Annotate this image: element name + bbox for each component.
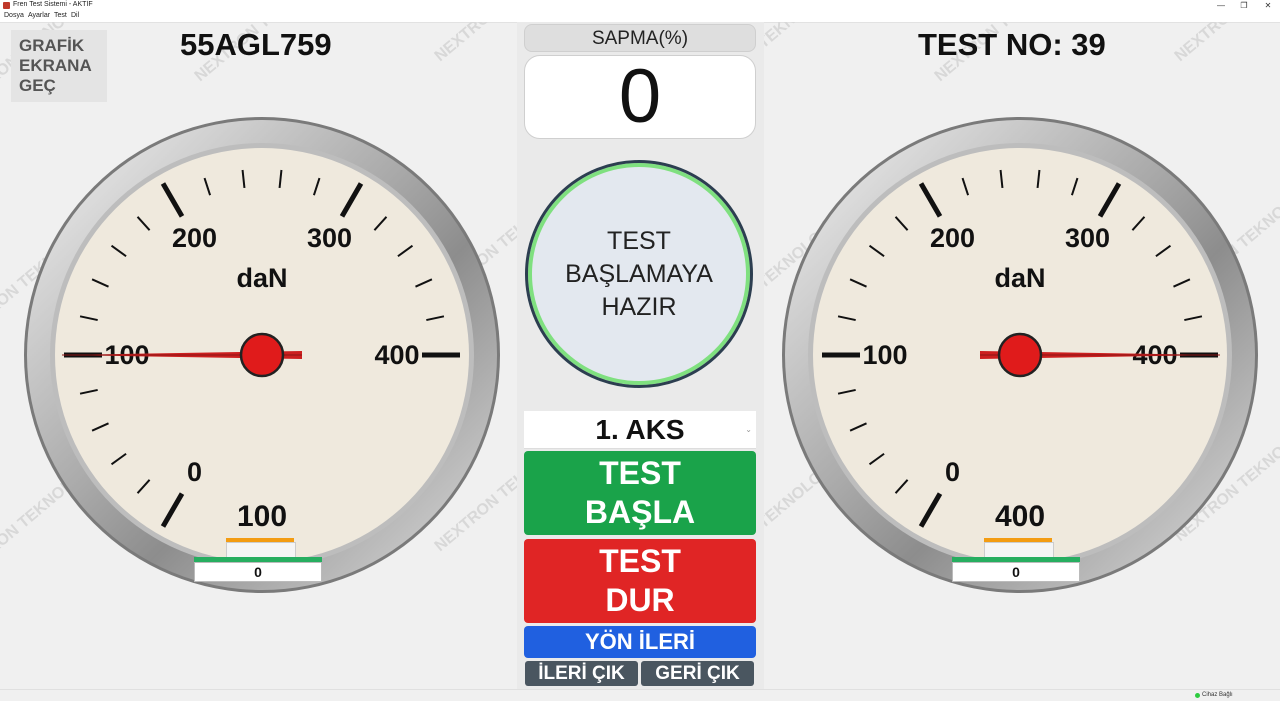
connection-status: Cihaz Bağlı (1202, 692, 1233, 698)
direction-button[interactable]: YÖN İLERİ (524, 626, 756, 658)
menu-dosya[interactable]: Dosya (4, 12, 24, 19)
gauge-tick-label: 0 (187, 457, 202, 487)
right-gauge-readout-box (984, 542, 1054, 558)
restore-button[interactable]: ❐ (1232, 0, 1256, 11)
minimize-button[interactable]: — (1209, 0, 1233, 11)
forward-exit-button[interactable]: İLERİ ÇIK (525, 661, 638, 686)
gauge-hub (997, 332, 1043, 378)
vehicle-plate: 55AGL759 (180, 27, 332, 62)
test-number: TEST NO: 39 (918, 27, 1106, 62)
gauge-unit-label: daN (994, 263, 1045, 293)
right-gauge-readout: 400 (994, 500, 1046, 533)
deviation-value: 0 (524, 55, 756, 139)
menu-ayarlar[interactable]: Ayarlar (28, 12, 50, 19)
gauge-tick-label: 300 (307, 223, 352, 253)
gauge-tick-label: 300 (1065, 223, 1110, 253)
gauge-tick-label: 400 (374, 340, 419, 370)
test-status-text: TEST BAŞLAMAYA HAZIR (565, 226, 713, 321)
test-status-indicator: TEST BAŞLAMAYA HAZIR (525, 160, 753, 388)
gauge-tick-label: 100 (862, 340, 907, 370)
right-brake-gauge: 0 100 200 300 400 daN 400 0 (780, 112, 1260, 602)
left-gauge-readout: 100 (236, 500, 288, 533)
gauge-tick-label: 200 (172, 223, 217, 253)
window-title: Fren Test Sistemi - AKTİF (13, 1, 93, 8)
axle-select-value: 1. AKS (595, 414, 685, 445)
app-icon (3, 2, 10, 9)
status-bar: Cihaz Bağlı (0, 689, 1280, 701)
back-exit-button[interactable]: GERİ ÇIK (641, 661, 754, 686)
gauge-unit-label: daN (236, 263, 287, 293)
gauge-hub (239, 332, 285, 378)
right-gauge-indicator: 0 (952, 562, 1080, 582)
watermark-text: NEXTRON TEKNOLOJİ (1171, 22, 1280, 65)
graphic-screen-button[interactable]: GRAFİK EKRANA GEÇ (11, 30, 107, 102)
left-brake-gauge: 0 100 200 300 400 daN 100 0 (22, 112, 502, 602)
menu-dil[interactable]: Dil (71, 12, 79, 19)
deviation-label: SAPMA(%) (524, 24, 756, 52)
menu-test[interactable]: Test (54, 12, 67, 19)
test-stop-button[interactable]: TEST DUR (524, 539, 756, 623)
axle-select[interactable]: 1. AKS ⌄ (524, 411, 756, 449)
left-gauge-indicator: 0 (194, 562, 322, 582)
close-button[interactable]: ✕ (1256, 0, 1280, 11)
gauge-tick-label: 200 (930, 223, 975, 253)
test-start-button[interactable]: TEST BAŞLA (524, 451, 756, 535)
connection-status-icon (1195, 693, 1200, 698)
title-bar: Fren Test Sistemi - AKTİF — ❐ ✕ (0, 0, 1280, 11)
gauge-tick-label: 0 (945, 457, 960, 487)
left-gauge-readout-box (226, 542, 296, 558)
chevron-down-icon: ⌄ (745, 425, 752, 434)
